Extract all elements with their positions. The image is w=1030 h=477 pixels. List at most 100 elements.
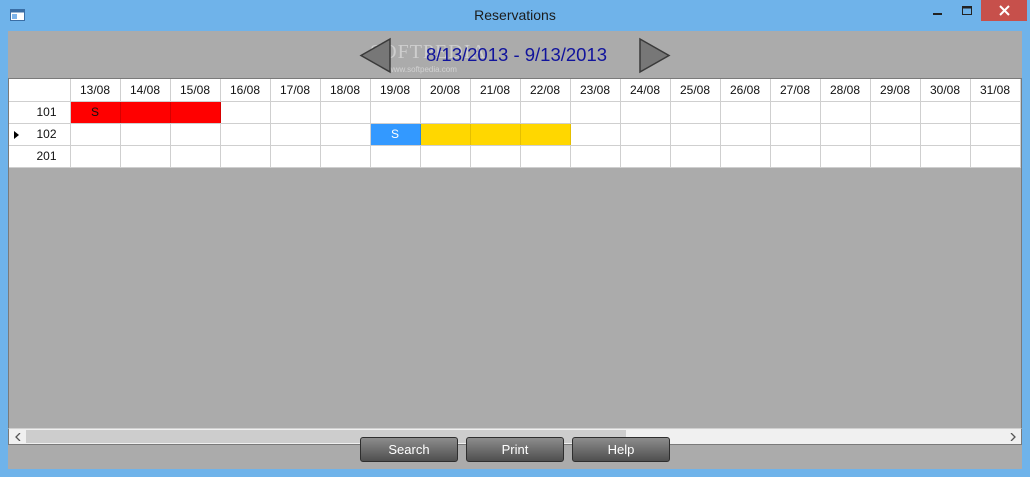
reservation-cell[interactable] xyxy=(820,101,871,124)
date-column-header: 18/08 xyxy=(320,79,371,102)
reservation-cell[interactable] xyxy=(870,101,921,124)
reservation-cell[interactable] xyxy=(570,123,621,146)
reservation-cell[interactable] xyxy=(820,123,871,146)
reservation-cell[interactable] xyxy=(620,145,671,168)
reservation-cell[interactable] xyxy=(770,101,821,124)
help-button[interactable]: Help xyxy=(572,437,670,462)
title-bar[interactable]: Reservations xyxy=(0,0,1030,31)
reservation-cell[interactable] xyxy=(120,123,171,146)
reservation-block-cell[interactable] xyxy=(120,101,171,124)
room-row-header[interactable]: 201 xyxy=(9,145,71,168)
reservation-cell[interactable] xyxy=(470,145,521,168)
reservation-cell[interactable] xyxy=(970,145,1021,168)
reservation-block-cell[interactable] xyxy=(420,123,471,146)
room-row-header[interactable]: 102 xyxy=(9,123,71,146)
date-range-label: 8/13/2013 - 9/13/2013 xyxy=(426,44,608,65)
corner-header xyxy=(9,79,71,102)
reservation-cell[interactable] xyxy=(920,101,971,124)
reservation-cell[interactable] xyxy=(420,145,471,168)
room-number: 102 xyxy=(36,127,57,141)
reservation-cell[interactable] xyxy=(220,123,271,146)
reservation-cell[interactable] xyxy=(70,145,121,168)
reservation-cell[interactable] xyxy=(520,101,571,124)
reservation-cell[interactable] xyxy=(720,123,771,146)
left-triangle-icon[interactable] xyxy=(359,37,391,74)
reservation-cell[interactable] xyxy=(320,123,371,146)
date-column-header: 27/08 xyxy=(770,79,821,102)
reservation-cell[interactable] xyxy=(570,101,621,124)
scroll-right-button[interactable] xyxy=(1004,429,1021,444)
reservation-grid[interactable]: 13/08 14/08 15/08 16/08 17/08 18/08 19/08 20/08… xyxy=(8,78,1022,428)
right-triangle-icon[interactable] xyxy=(639,37,671,74)
reservation-cell[interactable] xyxy=(420,101,471,124)
reservation-block-cell[interactable] xyxy=(470,123,521,146)
reservation-cell[interactable] xyxy=(270,101,321,124)
reservation-cell[interactable] xyxy=(670,123,721,146)
room-row[interactable]: 101 S xyxy=(9,101,1021,124)
reservation-cell[interactable] xyxy=(320,101,371,124)
reservation-block-cell[interactable] xyxy=(170,101,221,124)
scroll-left-button[interactable] xyxy=(9,429,26,444)
reservation-cell[interactable] xyxy=(620,101,671,124)
reservation-cell[interactable] xyxy=(770,123,821,146)
date-column-header: 26/08 xyxy=(720,79,771,102)
reservation-cell[interactable] xyxy=(170,123,221,146)
maximize-icon xyxy=(961,5,972,15)
reservation-cell[interactable] xyxy=(770,145,821,168)
date-column-header: 30/08 xyxy=(920,79,971,102)
room-row[interactable]: 102 S xyxy=(9,123,1021,146)
date-column-header: 28/08 xyxy=(820,79,871,102)
minimize-icon xyxy=(932,12,942,15)
date-column-header: 24/08 xyxy=(620,79,671,102)
reservation-cell[interactable] xyxy=(720,145,771,168)
reservation-cell[interactable] xyxy=(820,145,871,168)
reservation-cell[interactable] xyxy=(670,145,721,168)
reservation-cell[interactable] xyxy=(320,145,371,168)
reservations-panel: SOFTPEDIA www.softpedia.com 8/13/2013 - … xyxy=(8,31,1022,469)
reservation-block-cell[interactable] xyxy=(520,123,571,146)
reservation-block-cell[interactable]: S xyxy=(70,101,121,124)
maximize-button[interactable] xyxy=(953,0,980,21)
date-column-header: 22/08 xyxy=(520,79,571,102)
reservation-cell[interactable] xyxy=(220,101,271,124)
date-column-header: 13/08 xyxy=(70,79,121,102)
date-column-header: 19/08 xyxy=(370,79,421,102)
reservation-cell[interactable] xyxy=(470,101,521,124)
scroll-left-icon xyxy=(14,432,20,441)
minimize-button[interactable] xyxy=(924,0,951,21)
date-column-header: 21/08 xyxy=(470,79,521,102)
reservation-cell[interactable] xyxy=(920,145,971,168)
close-button[interactable] xyxy=(981,0,1027,21)
scroll-right-icon xyxy=(1010,432,1016,441)
reservation-cell[interactable] xyxy=(970,101,1021,124)
date-header-row: 13/08 14/08 15/08 16/08 17/08 18/08 19/08 20/08… xyxy=(9,79,1021,102)
reservation-cell[interactable] xyxy=(920,123,971,146)
reservation-block-cell[interactable]: S xyxy=(370,123,421,146)
reservation-cell[interactable] xyxy=(70,123,121,146)
room-row[interactable]: 201 xyxy=(9,145,1021,168)
reservation-cell[interactable] xyxy=(370,101,421,124)
window-title: Reservations xyxy=(474,7,556,23)
reservation-cell[interactable] xyxy=(720,101,771,124)
reservation-cell[interactable] xyxy=(520,145,571,168)
reservation-cell[interactable] xyxy=(570,145,621,168)
reservation-cell[interactable] xyxy=(170,145,221,168)
room-number: 101 xyxy=(36,105,57,119)
reservation-cell[interactable] xyxy=(270,123,321,146)
print-button[interactable]: Print xyxy=(466,437,564,462)
reservation-cell[interactable] xyxy=(270,145,321,168)
room-row-header[interactable]: 101 xyxy=(9,101,71,124)
watermark-url: www.softpedia.com xyxy=(388,65,457,74)
date-column-header: 15/08 xyxy=(170,79,221,102)
reservation-cell[interactable] xyxy=(120,145,171,168)
reservation-cell[interactable] xyxy=(970,123,1021,146)
reservation-cell[interactable] xyxy=(370,145,421,168)
reservation-cell[interactable] xyxy=(670,101,721,124)
reservation-cell[interactable] xyxy=(870,145,921,168)
search-button[interactable]: Search xyxy=(360,437,458,462)
row-selector-triangle-icon xyxy=(14,130,19,139)
reservation-cell[interactable] xyxy=(220,145,271,168)
reservation-cell[interactable] xyxy=(620,123,671,146)
date-column-header: 23/08 xyxy=(570,79,621,102)
reservation-cell[interactable] xyxy=(870,123,921,146)
